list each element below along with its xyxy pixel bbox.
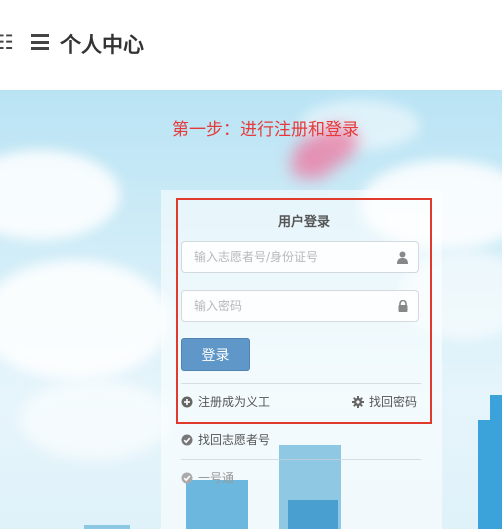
building-decoration — [186, 480, 248, 529]
page-title: 个人中心 — [60, 33, 144, 57]
check-circle-icon — [181, 472, 193, 483]
divider — [181, 459, 421, 460]
username-input[interactable] — [182, 242, 394, 272]
username-field[interactable] — [181, 241, 419, 273]
one-pass-label: 一号通 — [198, 471, 235, 485]
login-title: 用户登录 — [277, 215, 330, 230]
building-decoration — [288, 500, 338, 529]
top-bar: ☷ 个人中心 — [0, 0, 502, 90]
login-button[interactable]: 登录 — [181, 338, 250, 371]
one-pass-link[interactable]: 一号通 — [181, 469, 234, 486]
password-field[interactable] — [181, 290, 419, 322]
plus-circle-icon — [181, 396, 193, 407]
register-link[interactable]: 注册成为义工 — [181, 393, 270, 410]
check-circle-icon — [181, 434, 193, 445]
register-link-label: 注册成为义工 — [198, 395, 271, 409]
retrieve-id-label: 找回志愿者号 — [198, 433, 271, 447]
forgot-password-link[interactable]: 找回密码 — [352, 393, 417, 410]
password-input[interactable] — [182, 291, 394, 321]
hamburger-icon[interactable] — [31, 34, 49, 50]
divider — [181, 383, 421, 384]
left-edge-icon[interactable]: ☷ — [0, 30, 14, 54]
forgot-password-label: 找回密码 — [369, 395, 418, 409]
user-icon — [397, 251, 408, 264]
retrieve-id-link[interactable]: 找回志愿者号 — [181, 431, 270, 448]
gear-icon — [352, 395, 364, 408]
step-annotation: 第一步：进行注册和登录 — [172, 120, 359, 140]
lock-icon — [398, 300, 408, 312]
